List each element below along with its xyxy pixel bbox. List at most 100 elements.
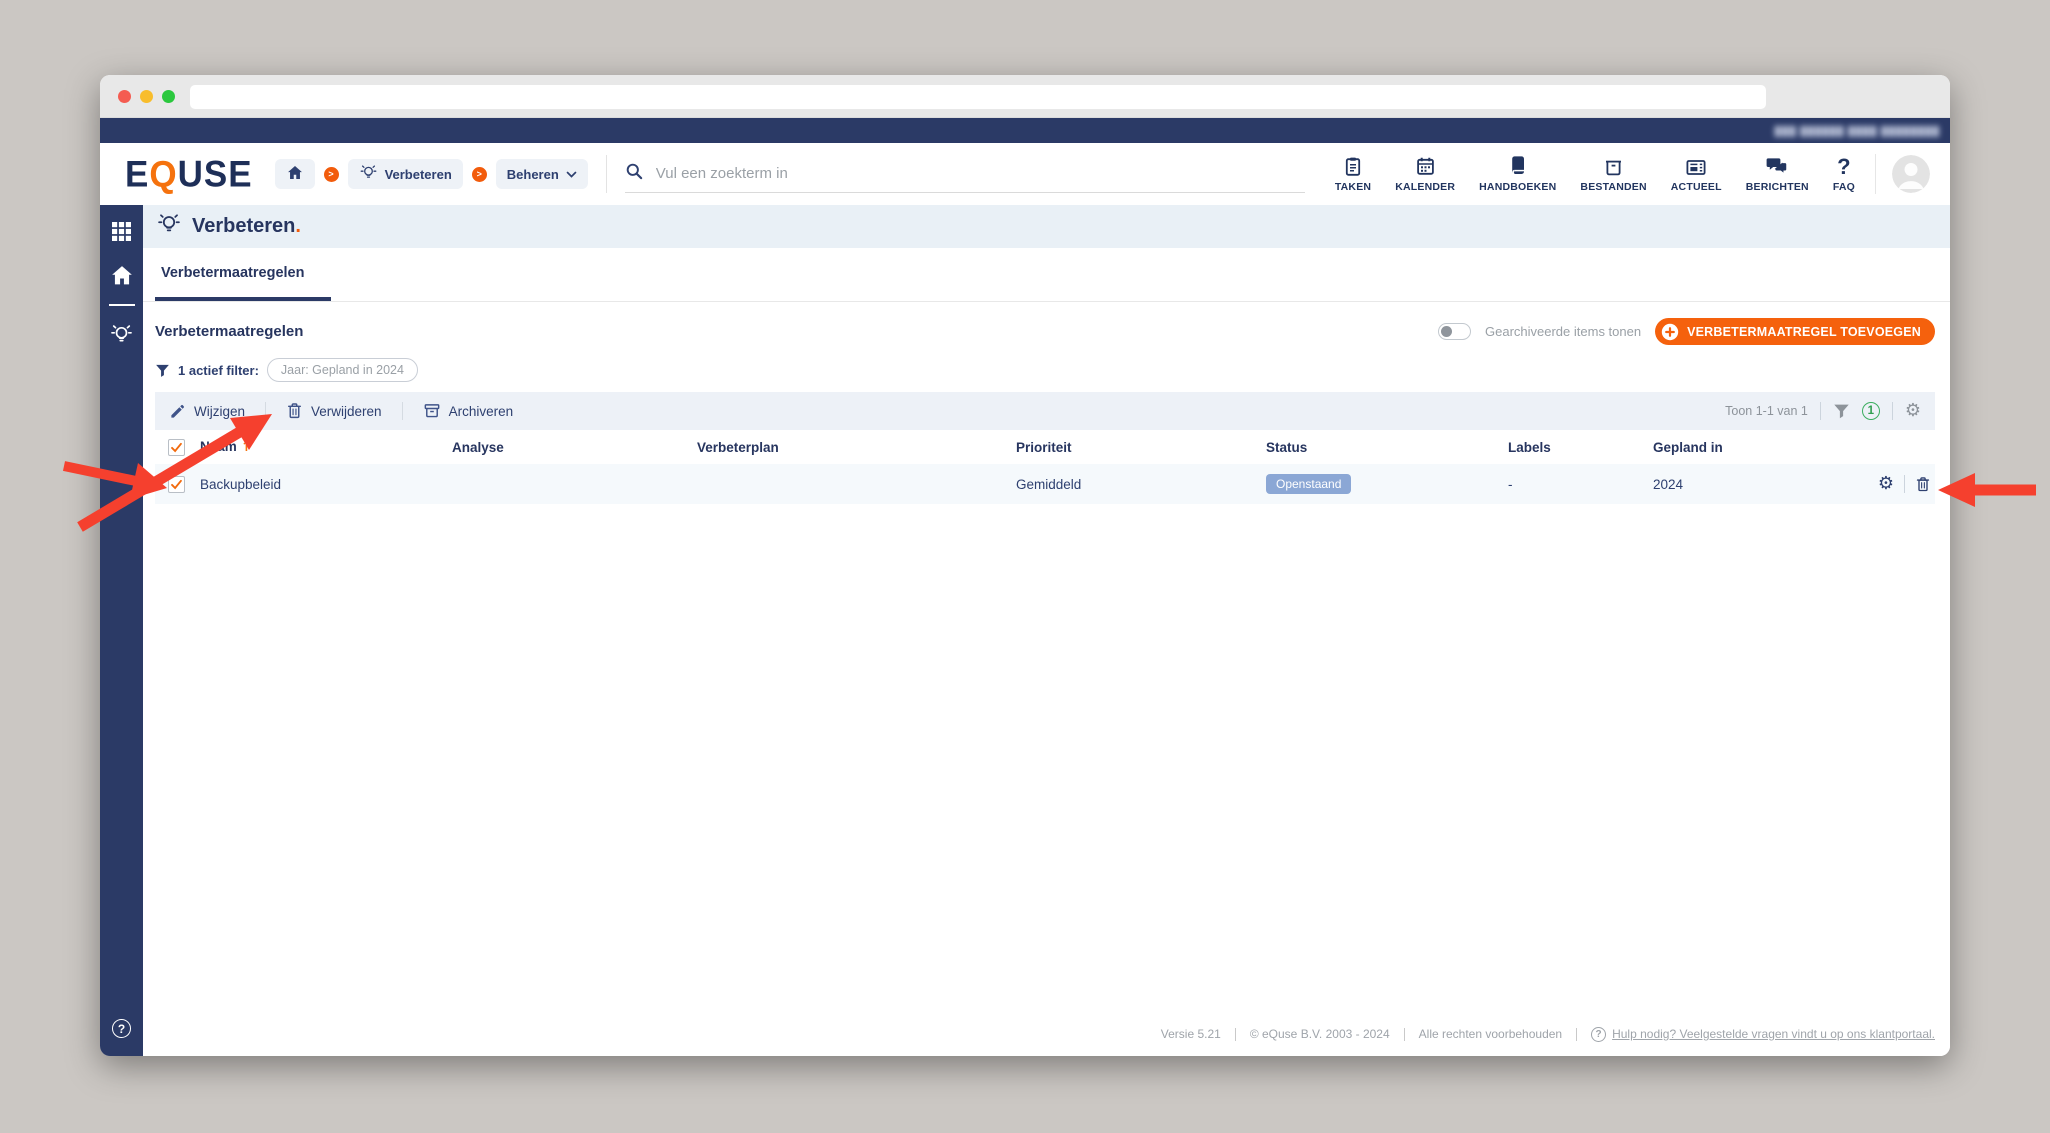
footer-help-link[interactable]: ? Hulp nodig? Veelgestelde vragen vindt … [1591,1026,1935,1042]
nav-handboeken[interactable]: HANDBOEKEN [1479,155,1556,193]
column-header-gepland-in[interactable]: Gepland in [1653,440,1823,455]
bulk-actions-toolbar: Wijzigen Verwijderen Archiveren Toon 1-1… [155,392,1935,430]
help-circle-icon: ? [112,1019,131,1038]
toolbar-filter-icon[interactable] [1833,403,1850,419]
pagination-range: Toon 1-1 van 1 [1725,404,1808,418]
minimize-window-button[interactable] [140,90,153,103]
lightbulb-icon [156,211,182,242]
tab-verbetermaatregelen[interactable]: Verbetermaatregelen [155,248,331,301]
nav-kalender[interactable]: KALENDER [1395,155,1455,193]
search-area [605,155,1305,193]
sidebar-help-button[interactable]: ? [112,1019,131,1038]
table-settings-gear-icon[interactable]: ⚙ [1905,402,1921,420]
delete-button[interactable]: Verwijderen [286,402,382,420]
section-title: Verbetermaatregelen [155,323,304,340]
search-icon [625,162,644,186]
breadcrumb-label: Beheren [506,166,559,182]
header-nav: TAKEN KALENDER HANDBOEKEN BESTANDEN ACTU… [1335,154,1855,194]
column-header-verbeterplan[interactable]: Verbeterplan [697,440,1016,455]
active-filter-label: 1 actief filter: [178,362,259,378]
breadcrumb-chevron-icon: > [471,166,487,182]
column-header-status[interactable]: Status [1266,440,1508,455]
row-checkbox[interactable] [168,475,185,493]
column-header-prioriteit[interactable]: Prioriteit [1016,440,1266,455]
url-bar[interactable] [190,85,1766,109]
column-header-analyse[interactable]: Analyse [452,440,697,455]
add-verbetermaatregel-button[interactable]: VERBETERMAATREGEL TOEVOEGEN [1655,318,1935,345]
help-circle-icon: ? [1591,1026,1607,1042]
trash-icon [286,402,303,420]
nav-faq[interactable]: ? FAQ [1833,154,1855,194]
lightbulb-icon [359,163,378,185]
sidebar-verbeteren-icon[interactable] [109,322,134,347]
breadcrumb-label: Verbeteren [384,166,452,182]
nav-taken[interactable]: TAKEN [1335,155,1371,193]
sort-asc-icon: ↑ [240,439,253,455]
breadcrumb-verbeteren[interactable]: Verbeteren [347,159,463,189]
header-divider [1875,154,1876,194]
home-icon [286,164,304,185]
newspaper-icon [1685,155,1707,177]
plus-circle-icon [1661,323,1679,341]
filter-funnel-icon [155,363,170,378]
nav-berichten[interactable]: BERICHTEN [1746,155,1809,193]
breadcrumb-home[interactable] [274,159,315,189]
cell-gepland-in: 2024 [1653,476,1684,492]
pencil-icon [169,403,186,420]
footer-copyright: © eQuse B.V. 2003 - 2024 [1249,1027,1390,1041]
top-strip: ███ ██████ ████ ████████ [100,118,1950,143]
annotation-arrow-row-trash [1938,473,2036,507]
app-header: EQUSE > Verbeteren > Beheren Vul een zoe… [100,143,1950,205]
browser-chrome [100,75,1950,118]
table-header-row: Naam ↑ Analyse Verbeterplan Prioriteit St… [155,430,1935,464]
sidebar-home-icon[interactable] [110,264,134,288]
clipboard-icon [1343,155,1363,177]
page-title: Verbeteren. [192,215,301,237]
filter-chip[interactable]: Jaar: Gepland in 2024 [266,358,418,382]
question-mark-icon: ? [1837,154,1851,179]
archive-button[interactable]: Archiveren [423,402,513,420]
user-info-blurred: ███ ██████ ████ ████████ [1774,125,1940,136]
calendar-icon [1415,155,1436,177]
app-footer: Versie 5.21 © eQuse B.V. 2003 - 2024 All… [143,1012,1950,1056]
row-delete-trash-icon[interactable] [1915,476,1931,493]
select-all-checkbox[interactable] [168,438,185,456]
nav-actueel[interactable]: ACTUEEL [1671,155,1722,193]
cell-labels: - [1508,476,1513,492]
column-header-naam[interactable]: Naam ↑ [200,439,452,455]
edit-button[interactable]: Wijzigen [169,403,245,420]
page-title-band: Verbeteren. [143,205,1950,248]
status-badge: Openstaand [1266,474,1352,494]
apps-grid-icon[interactable] [111,221,132,242]
footer-rights: Alle rechten voorbehouden [1418,1027,1563,1041]
archive-icon [423,402,441,420]
nav-bestanden[interactable]: BESTANDEN [1580,155,1647,193]
zoom-window-button[interactable] [162,90,175,103]
column-header-labels[interactable]: Labels [1508,440,1653,455]
cell-naam[interactable]: Backupbeleid [200,477,452,492]
close-window-button[interactable] [118,90,131,103]
chevron-down-icon [566,167,577,182]
user-avatar[interactable] [1892,155,1930,193]
active-filter-row: 1 actief filter: Jaar: Gepland in 2024 [155,358,1935,382]
equse-logo[interactable]: EQUSE [125,156,253,193]
left-sidebar: ? [100,205,143,1056]
row-settings-gear-icon[interactable]: ⚙ [1878,475,1894,493]
archive-box-icon [1603,155,1624,177]
sidebar-divider [108,304,135,306]
cell-status: Openstaand [1266,474,1508,494]
active-filter-count-badge: 1 [1861,402,1880,420]
breadcrumb: > Verbeteren > Beheren [274,159,588,189]
tabs-row: Verbetermaatregelen [143,248,1950,302]
footer-version: Versie 5.21 [1160,1027,1221,1041]
book-icon [1508,155,1528,177]
archived-items-toggle-label: Gearchiveerde items tonen [1485,324,1642,339]
chat-bubbles-icon [1766,155,1789,177]
search-input[interactable] [655,165,1305,182]
breadcrumb-beheren-dropdown[interactable]: Beheren [495,159,588,189]
cell-prioriteit: Gemiddeld [1016,476,1082,492]
browser-window: ███ ██████ ████ ████████ EQUSE > Verbete… [100,75,1950,1056]
table-row[interactable]: Backupbeleid Gemiddeld Openstaand - 2024… [155,464,1935,504]
breadcrumb-chevron-icon: > [323,166,339,182]
archived-items-toggle[interactable] [1438,323,1471,340]
